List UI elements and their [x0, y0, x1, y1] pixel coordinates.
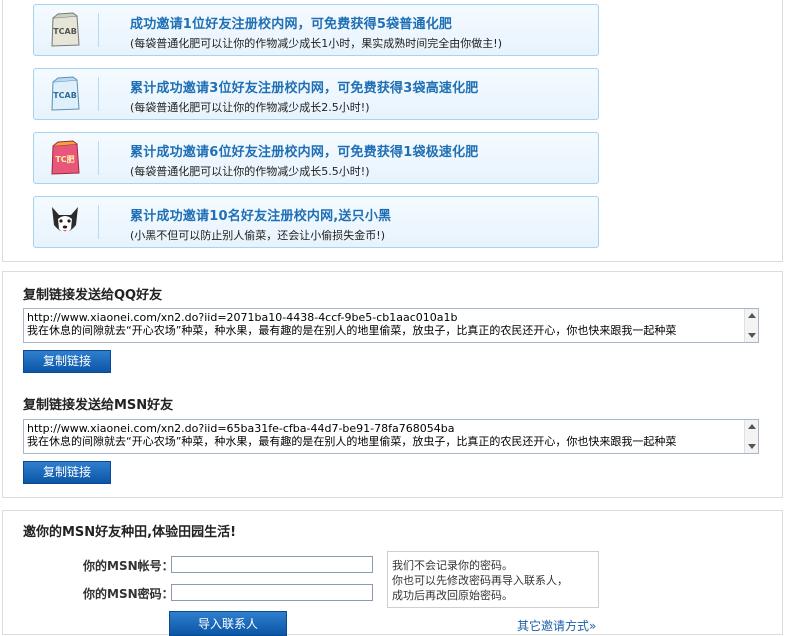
rewards-panel: TCAB 成功邀请1位好友注册校内网，可免费获得5袋普通化肥 (每袋普通化肥可以… — [2, 0, 783, 262]
other-invite-methods-link[interactable]: 其它邀请方式» — [517, 617, 596, 634]
scroll-up-icon[interactable] — [748, 424, 756, 429]
reward-item-4: 累计成功邀请10名好友注册校内网,送只小黑 (小黑不但可以防止别人偷菜，还会让小… — [33, 196, 599, 248]
bag-label: TCAB — [53, 91, 77, 100]
password-privacy-note: 我们不会记录你的密码。 你也可以先修改密码再导入联系人， 成功后再改回原始密码。 — [387, 551, 599, 608]
qq-link-message: 我在休息的间隙就去“开心农场”种菜，种水果，最有趣的是在别人的地里偷菜，放虫子，… — [27, 324, 677, 337]
reward-separator — [98, 205, 99, 239]
msn-link-message: 我在休息的间隙就去“开心农场”种菜，种水果，最有趣的是在别人的地里偷菜，放虫子，… — [27, 435, 677, 448]
msn-link-scrollbar[interactable] — [744, 420, 758, 453]
scroll-up-icon[interactable] — [748, 313, 756, 318]
reward-title: 累计成功邀请6位好友注册校内网，可免费获得1袋极速化肥 — [130, 145, 479, 160]
msn-section-title: 复制链接发送给MSN好友 — [23, 398, 174, 413]
msn-link-textarea[interactable]: http://www.xiaonei.com/xn2.do?iid=65ba31… — [23, 419, 759, 454]
msn-account-input[interactable] — [171, 556, 373, 573]
reward-separator — [98, 141, 99, 175]
bag-label: TC肥 — [55, 154, 74, 164]
note-line: 你也可以先修改密码再导入联系人， — [392, 574, 568, 587]
msn-invite-title: 邀你的MSN好友种田,体验田园生活! — [23, 525, 237, 540]
bag-label: TCAB — [53, 27, 77, 36]
note-line: 成功后再改回原始密码。 — [392, 589, 513, 602]
reward-item-2: TCAB 累计成功邀请3位好友注册校内网，可免费获得3袋高速化肥 (每袋普通化肥… — [33, 68, 599, 120]
reward-title: 累计成功邀请10名好友注册校内网,送只小黑 — [130, 209, 392, 224]
reward-desc: (每袋普通化肥可以让你的作物减少成长5.5小时!) — [130, 165, 370, 178]
fertilizer-bag-normal-icon: TCAB — [46, 11, 84, 49]
scroll-down-icon[interactable] — [748, 444, 756, 449]
import-contacts-button[interactable]: 导入联系人 — [169, 611, 287, 636]
qq-link-textarea[interactable]: http://www.xiaonei.com/xn2.do?iid=2071ba… — [23, 308, 759, 343]
reward-desc: (每袋普通化肥可以让你的作物减少成长1小时，果实成熟时间完全由你做主!) — [130, 37, 502, 50]
qq-section-title: 复制链接发送给QQ好友 — [23, 288, 163, 303]
scroll-down-icon[interactable] — [748, 333, 756, 338]
note-line: 我们不会记录你的密码。 — [392, 559, 513, 572]
msn-copy-link-button[interactable]: 复制链接 — [23, 461, 111, 484]
husky-dog-icon — [46, 203, 84, 241]
reward-separator — [98, 77, 99, 111]
fertilizer-bag-fast-icon: TCAB — [46, 75, 84, 113]
msn-password-input[interactable] — [171, 584, 373, 601]
reward-desc: (每袋普通化肥可以让你的作物减少成长2.5小时!) — [130, 101, 370, 114]
share-links-panel: 复制链接发送给QQ好友 http://www.xiaonei.com/xn2.d… — [2, 271, 783, 498]
reward-item-3: TC肥 累计成功邀请6位好友注册校内网，可免费获得1袋极速化肥 (每袋普通化肥可… — [33, 132, 599, 184]
qq-copy-link-button[interactable]: 复制链接 — [23, 350, 111, 373]
reward-separator — [98, 13, 99, 47]
qq-link-scrollbar[interactable] — [744, 309, 758, 342]
reward-title: 累计成功邀请3位好友注册校内网，可免费获得3袋高速化肥 — [130, 81, 479, 96]
msn-account-label: 你的MSN帐号： — [83, 559, 174, 573]
reward-item-1: TCAB 成功邀请1位好友注册校内网，可免费获得5袋普通化肥 (每袋普通化肥可以… — [33, 4, 599, 56]
reward-desc: (小黑不但可以防止别人偷菜，还会让小偷损失金币!) — [130, 229, 385, 242]
reward-title: 成功邀请1位好友注册校内网，可免费获得5袋普通化肥 — [130, 17, 453, 32]
msn-invite-panel: 邀你的MSN好友种田,体验田园生活! 你的MSN帐号： 你的MSN密码： 我们不… — [2, 510, 783, 636]
msn-link-url: http://www.xiaonei.com/xn2.do?iid=65ba31… — [27, 422, 455, 435]
qq-link-url: http://www.xiaonei.com/xn2.do?iid=2071ba… — [27, 311, 458, 324]
msn-password-label: 你的MSN密码： — [83, 587, 174, 601]
fertilizer-bag-extreme-icon: TC肥 — [46, 139, 84, 177]
